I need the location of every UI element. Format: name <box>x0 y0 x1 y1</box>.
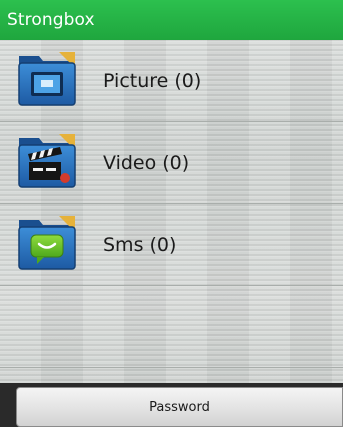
video-folder-icon <box>18 134 76 188</box>
list-item-video[interactable]: Video (0) <box>0 122 343 204</box>
app-title: Strongbox <box>7 10 95 30</box>
password-button[interactable]: Password <box>16 387 343 427</box>
title-bar: Strongbox <box>0 0 343 40</box>
empty-list-row <box>0 286 343 368</box>
password-button-label: Password <box>149 399 210 415</box>
list-item-sms[interactable]: Sms (0) <box>0 204 343 286</box>
vault-category-list: Picture (0) Video (0) Sms (0) <box>0 40 343 368</box>
list-item-label: Picture (0) <box>103 70 202 92</box>
list-item-label: Sms (0) <box>103 234 177 256</box>
sms-folder-icon <box>18 216 76 270</box>
picture-folder-icon <box>18 52 76 106</box>
list-item-picture[interactable]: Picture (0) <box>0 40 343 122</box>
list-item-label: Video (0) <box>103 152 190 174</box>
bottom-button-bar: Password <box>0 383 343 427</box>
